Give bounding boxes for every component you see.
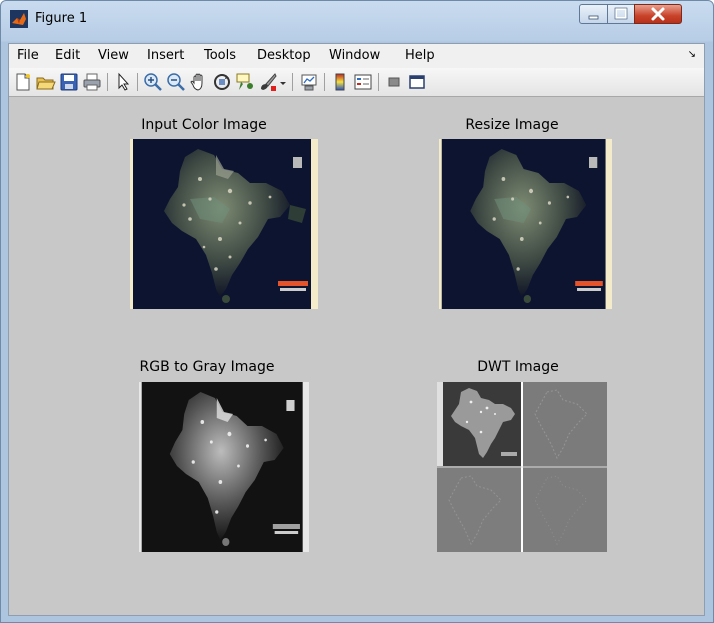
close-icon — [651, 7, 665, 21]
print-icon[interactable] — [82, 72, 102, 92]
figure-toolbar — [9, 68, 704, 97]
figure-window: Figure 1 File Edit View Insert Tools Des… — [0, 0, 714, 623]
save-icon[interactable] — [59, 72, 79, 92]
maximize-button[interactable] — [607, 4, 635, 24]
menu-window[interactable]: Window — [329, 48, 380, 63]
menu-help[interactable]: Help — [405, 48, 435, 63]
menu-insert[interactable]: Insert — [147, 48, 184, 63]
dwt-image[interactable] — [437, 382, 607, 552]
toolbar-separator — [292, 73, 293, 91]
toolbar-separator — [378, 73, 379, 91]
menu-overflow-icon[interactable]: ↘ — [688, 49, 696, 60]
rotate-3d-icon[interactable] — [212, 72, 232, 92]
menu-tools[interactable]: Tools — [204, 48, 236, 63]
hide-plot-tools-icon[interactable] — [384, 72, 404, 92]
pan-hand-icon[interactable] — [189, 72, 209, 92]
legend-icon[interactable] — [353, 72, 373, 92]
close-button[interactable] — [634, 4, 682, 24]
toolbar-separator — [324, 73, 325, 91]
dwt-image-title: DWT Image — [477, 359, 559, 375]
colorbar-icon[interactable] — [330, 72, 350, 92]
menu-view[interactable]: View — [98, 48, 129, 63]
input-image-title: Input Color Image — [141, 117, 267, 133]
minimize-button[interactable] — [579, 4, 608, 24]
resize-image-title: Resize Image — [465, 117, 559, 133]
link-plot-icon[interactable] — [299, 72, 319, 92]
toolbar-separator — [107, 73, 108, 91]
brush-icon[interactable] — [258, 72, 278, 92]
menu-bar: File Edit View Insert Tools Desktop Wind… — [9, 44, 704, 68]
toolbar-separator — [137, 73, 138, 91]
new-figure-icon[interactable] — [13, 72, 33, 92]
figure-canvas: Input Color Image Resize Image RGB to Gr… — [9, 97, 704, 615]
window-title: Figure 1 — [35, 11, 88, 26]
edit-plot-arrow-icon[interactable] — [113, 72, 133, 92]
menu-desktop[interactable]: Desktop — [257, 48, 311, 63]
gray-image[interactable] — [139, 382, 309, 552]
figure-client-area: File Edit View Insert Tools Desktop Wind… — [8, 43, 705, 616]
gray-image-title: RGB to Gray Image — [139, 359, 275, 375]
maximize-icon — [614, 7, 628, 20]
brush-dropdown-icon[interactable] — [278, 72, 288, 92]
open-file-icon[interactable] — [36, 72, 56, 92]
menu-edit[interactable]: Edit — [55, 48, 80, 63]
minimize-icon — [588, 15, 599, 20]
matlab-icon — [10, 10, 28, 28]
data-cursor-icon[interactable] — [235, 72, 255, 92]
show-plot-tools-icon[interactable] — [407, 72, 427, 92]
title-bar[interactable]: Figure 1 — [1, 1, 713, 35]
resized-image[interactable] — [439, 139, 612, 309]
zoom-out-icon[interactable] — [166, 72, 186, 92]
input-color-image[interactable] — [130, 139, 318, 309]
zoom-in-icon[interactable] — [143, 72, 163, 92]
menu-file[interactable]: File — [17, 48, 39, 63]
